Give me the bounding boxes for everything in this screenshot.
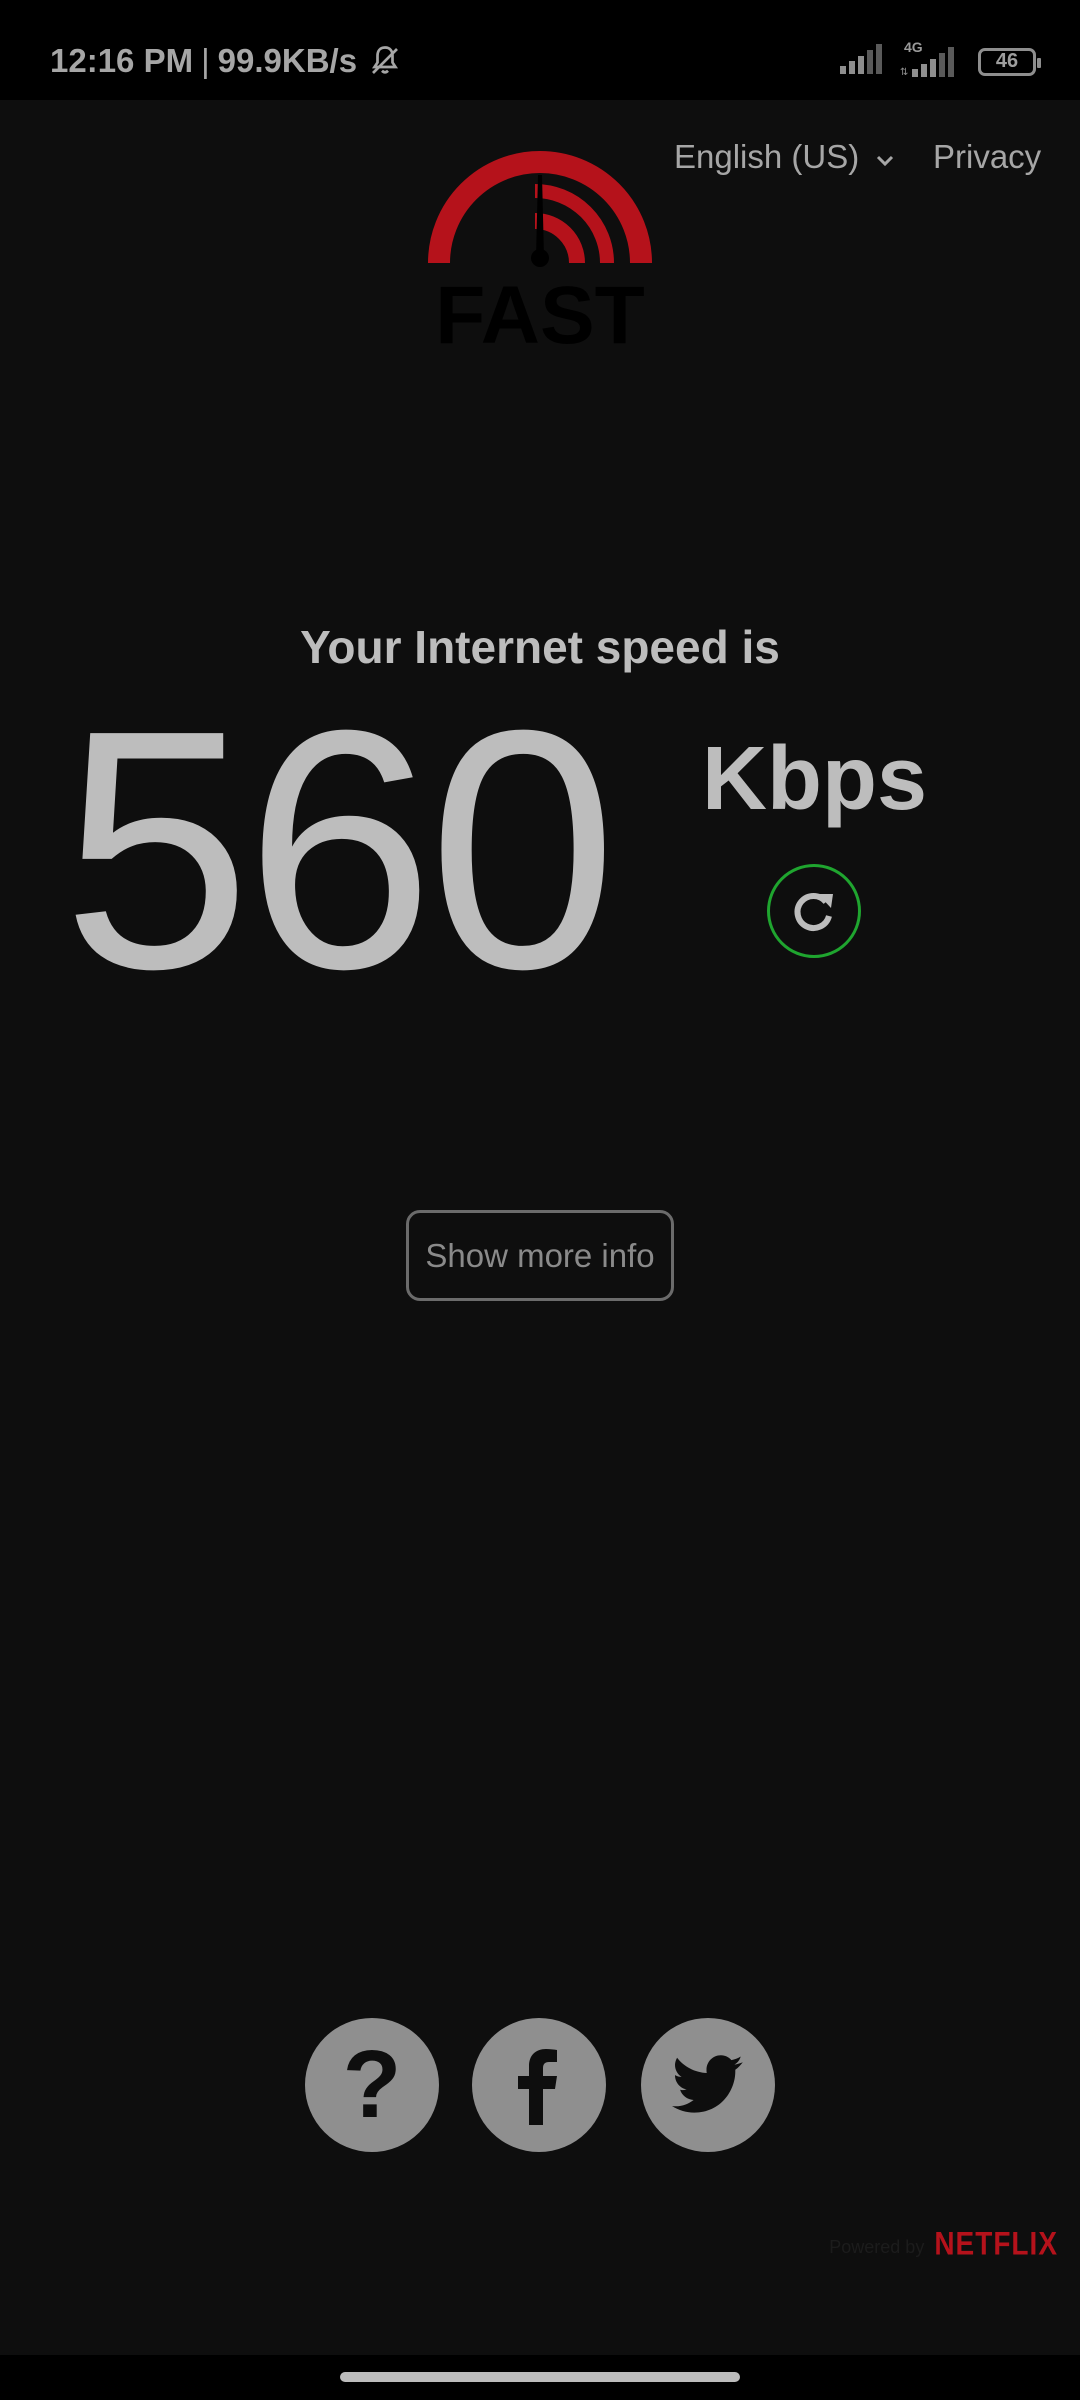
signal-4g-icon: 4G ⇅ [898,39,958,77]
status-bar: 12:16 PM | 99.9KB/s 4G ⇅ 46 [0,0,1080,100]
language-selector[interactable]: English (US) [674,138,895,176]
status-left: 12:16 PM | 99.9KB/s [50,42,403,80]
netflix-logo: NETFLIX [934,2225,1058,2262]
signal-icon [840,44,884,79]
speed-unit: Kbps [702,729,927,829]
facebook-button[interactable] [472,2018,606,2152]
powered-by[interactable]: Powered by NETFLIX [829,2225,1058,2262]
bell-muted-icon [367,43,403,79]
twitter-icon [672,2055,743,2113]
home-indicator[interactable] [340,2372,740,2382]
twitter-button[interactable] [641,2018,775,2152]
powered-by-label: Powered by [829,2237,925,2257]
help-button[interactable]: ? [305,2018,439,2152]
speed-value: 560 [62,660,617,1040]
refresh-icon [794,893,833,931]
language-label: English (US) [674,138,860,175]
battery-icon: 46 [978,47,1041,76]
status-time: 12:16 PM [50,42,194,79]
question-icon: ? [342,2031,402,2138]
battery-level: 46 [995,50,1019,72]
chevron-down-icon [875,138,895,176]
refresh-button[interactable] [767,864,861,958]
logo-text: FAST [435,270,645,350]
svg-text:⇅: ⇅ [900,67,908,77]
status-separator: | [201,42,210,79]
status-right: 4G ⇅ 46 [840,39,1041,79]
fast-logo[interactable]: FAST [425,145,655,361]
facebook-icon [518,2049,557,2125]
privacy-link[interactable]: Privacy [933,138,1041,176]
show-more-info-button[interactable]: Show more info [406,1210,674,1301]
speedometer-icon: FAST [428,151,652,361]
status-net-speed: 99.9KB/s [217,42,358,79]
